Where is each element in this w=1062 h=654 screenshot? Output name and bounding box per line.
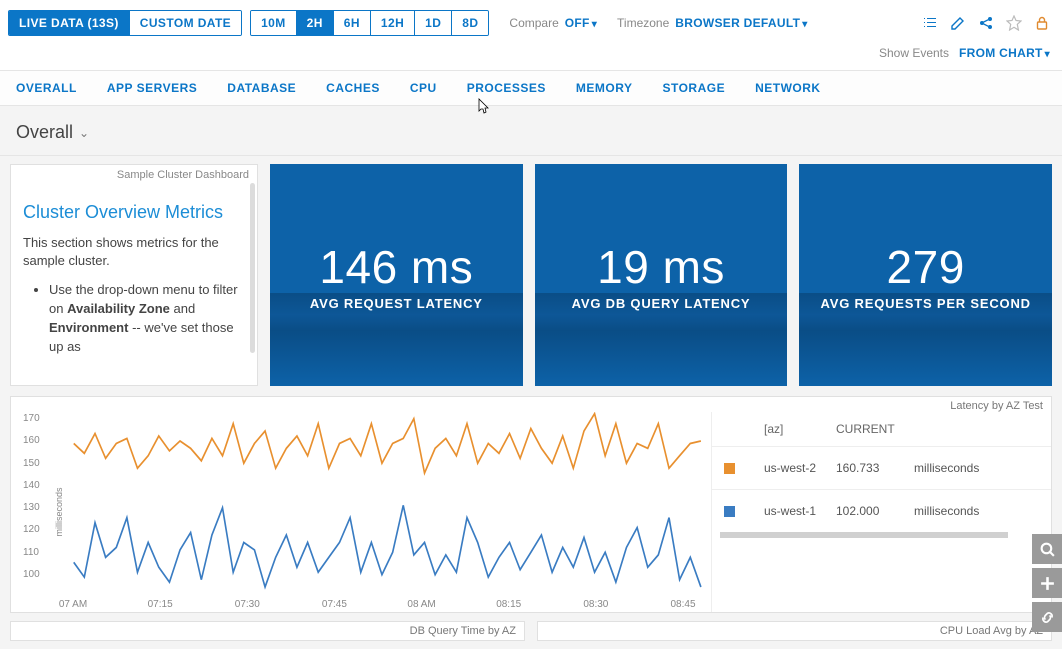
chart-title: Latency by AZ Test xyxy=(11,397,1051,412)
latency-chart-panel: Latency by AZ Test milliseconds 100 110 12… xyxy=(10,396,1052,613)
tab-network[interactable]: NETWORK xyxy=(755,81,821,95)
metric-tile-request-latency[interactable]: 146 ms AVG REQUEST LATENCY xyxy=(270,164,523,386)
compare-label: Compare xyxy=(509,16,558,30)
latency-chart-plot[interactable]: milliseconds 100 110 120 130 140 150 160 170 07 … xyxy=(11,412,711,612)
info-card-paragraph: This section shows metrics for the sampl… xyxy=(23,234,245,272)
show-events-label: Show Events xyxy=(879,46,949,60)
color-swatch xyxy=(724,506,735,517)
tab-storage[interactable]: STORAGE xyxy=(662,81,725,95)
star-icon[interactable] xyxy=(1006,15,1022,31)
db-query-chart-title: DB Query Time by AZ xyxy=(10,621,525,641)
metric-label: AVG REQUEST LATENCY xyxy=(310,296,483,311)
compare-dropdown[interactable]: OFF▾ xyxy=(565,16,597,30)
color-swatch xyxy=(724,463,735,474)
legend-row[interactable]: us-west-1102.000milliseconds xyxy=(712,489,1051,532)
info-card-heading: Cluster Overview Metrics xyxy=(23,201,245,224)
edit-icon[interactable] xyxy=(950,15,966,31)
horizontal-scrollbar[interactable] xyxy=(720,532,1008,538)
x-tick: 08 AM xyxy=(407,599,435,610)
info-card-bullet: Use the drop-down menu to filter on Avai… xyxy=(49,281,245,356)
lock-icon[interactable] xyxy=(1034,15,1050,31)
metric-label: AVG REQUESTS PER SECOND xyxy=(821,296,1031,311)
scrollbar[interactable] xyxy=(250,183,255,353)
y-tick: 170 xyxy=(23,413,40,424)
tab-cpu[interactable]: CPU xyxy=(410,81,437,95)
metric-tile-db-latency[interactable]: 19 ms AVG DB QUERY LATENCY xyxy=(535,164,788,386)
x-tick: 07:45 xyxy=(322,599,347,610)
legend-col-az: [az] xyxy=(764,422,836,436)
y-tick: 110 xyxy=(23,547,39,558)
time-range-10m[interactable]: 10M xyxy=(251,11,297,35)
floating-link-button[interactable] xyxy=(1032,602,1062,632)
y-tick: 100 xyxy=(23,569,40,580)
section-title-dropdown[interactable]: Overall ⌄ xyxy=(0,106,1062,156)
y-tick: 130 xyxy=(23,502,40,513)
time-range-6h[interactable]: 6H xyxy=(334,11,371,35)
tab-processes[interactable]: PROCESSES xyxy=(467,81,546,95)
y-tick: 120 xyxy=(23,524,40,535)
legend-col-current: CURRENT xyxy=(836,422,914,436)
y-tick: 150 xyxy=(23,458,40,469)
chevron-down-icon: ▾ xyxy=(592,19,597,30)
info-card-tag: Sample Cluster Dashboard xyxy=(117,169,249,181)
top-toolbar: LIVE DATA (13S) CUSTOM DATE 10M2H6H12H1D… xyxy=(0,0,1062,42)
legend-az: us-west-2 xyxy=(764,461,836,475)
cpu-load-chart-title: CPU Load Avg by AZ xyxy=(537,621,1052,641)
floating-add-button[interactable] xyxy=(1032,568,1062,598)
chevron-down-icon: ▾ xyxy=(802,19,807,30)
metric-label: AVG DB QUERY LATENCY xyxy=(572,296,751,311)
tab-overall[interactable]: OVERALL xyxy=(16,81,77,95)
list-icon[interactable] xyxy=(922,15,938,31)
time-range-8d[interactable]: 8D xyxy=(452,11,488,35)
tab-caches[interactable]: CACHES xyxy=(326,81,380,95)
timezone-dropdown[interactable]: BROWSER DEFAULT▾ xyxy=(675,16,807,30)
chevron-down-icon: ▾ xyxy=(1045,49,1050,60)
time-range-1d[interactable]: 1D xyxy=(415,11,452,35)
legend-unit: milliseconds xyxy=(914,461,979,475)
x-tick: 08:30 xyxy=(583,599,608,610)
share-icon[interactable] xyxy=(978,15,994,31)
legend-unit: milliseconds xyxy=(914,504,979,518)
time-range-2h[interactable]: 2H xyxy=(297,11,334,35)
tab-memory[interactable]: MEMORY xyxy=(576,81,633,95)
metric-tile-rps[interactable]: 279 AVG REQUESTS PER SECOND xyxy=(799,164,1052,386)
legend-value: 102.000 xyxy=(836,504,914,518)
time-range-selector: 10M2H6H12H1D8D xyxy=(250,10,489,36)
data-mode-toggle: LIVE DATA (13S) CUSTOM DATE xyxy=(8,10,242,36)
x-tick: 07 AM xyxy=(59,599,87,610)
metric-value: 146 ms xyxy=(319,240,473,294)
show-events-dropdown[interactable]: FROM CHART▾ xyxy=(959,46,1050,60)
time-range-12h[interactable]: 12H xyxy=(371,11,415,35)
info-card: Sample Cluster Dashboard Cluster Overvie… xyxy=(10,164,258,386)
custom-date-button[interactable]: CUSTOM DATE xyxy=(130,11,241,35)
tab-app-servers[interactable]: APP SERVERS xyxy=(107,81,197,95)
timezone-label: Timezone xyxy=(617,16,669,30)
y-tick: 160 xyxy=(23,435,40,446)
x-tick: 08:15 xyxy=(496,599,521,610)
chevron-down-icon: ⌄ xyxy=(79,126,89,140)
nav-tabs: OVERALL APP SERVERS DATABASE CACHES CPU PROCE… xyxy=(0,70,1062,106)
toolbar-icon-group xyxy=(922,15,1050,31)
metric-value: 19 ms xyxy=(597,240,725,294)
live-data-button[interactable]: LIVE DATA (13S) xyxy=(9,11,130,35)
x-tick: 07:30 xyxy=(235,599,260,610)
legend-row[interactable]: us-west-2160.733milliseconds xyxy=(712,446,1051,489)
tab-database[interactable]: DATABASE xyxy=(227,81,296,95)
legend-value: 160.733 xyxy=(836,461,914,475)
x-tick: 08:45 xyxy=(670,599,695,610)
chart-legend: [az] CURRENT us-west-2160.733millisecond… xyxy=(711,412,1051,612)
legend-az: us-west-1 xyxy=(764,504,836,518)
x-tick: 07:15 xyxy=(148,599,173,610)
y-axis-label: milliseconds xyxy=(54,487,64,536)
floating-search-button[interactable] xyxy=(1032,534,1062,564)
y-tick: 140 xyxy=(23,480,40,491)
metric-value: 279 xyxy=(887,240,965,294)
